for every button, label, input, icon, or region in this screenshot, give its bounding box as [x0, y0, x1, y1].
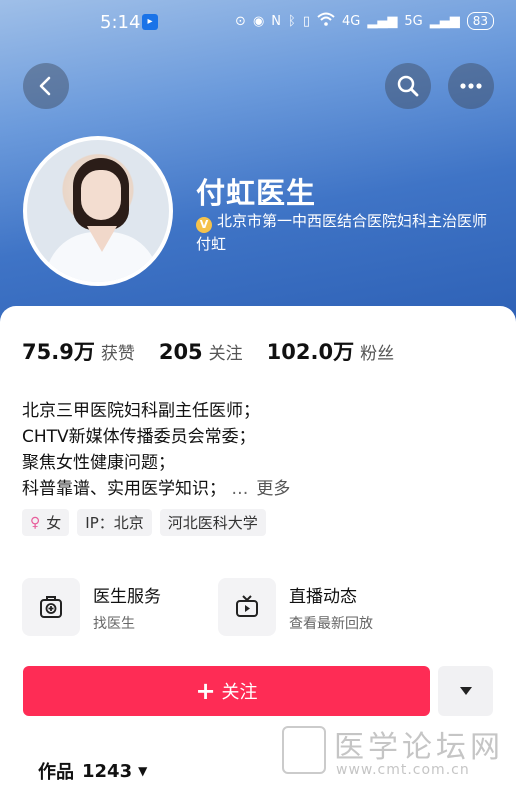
service-title: 医生服务: [93, 586, 161, 607]
signal-bars-icon-2: ▂▄▆: [429, 13, 460, 29]
school-label: 河北医科大学: [167, 514, 258, 532]
app-notification-icon: ▸: [142, 14, 158, 30]
more-button[interactable]: [448, 63, 494, 109]
service-text: 直播动态 查看最新回放: [289, 582, 373, 633]
bio-line: 聚焦女性健康问题；: [22, 453, 175, 473]
service-icon-box: [218, 578, 276, 636]
search-button[interactable]: [385, 63, 431, 109]
bio[interactable]: 北京三甲医院妇科副主任医师； CHTV新媒体传播委员会常委； 聚焦女性健康问题；…: [22, 398, 492, 502]
watermark-logo-icon: [282, 726, 326, 774]
verified-badge-icon: V: [196, 217, 212, 233]
wifi-icon: [317, 12, 335, 30]
follow-button[interactable]: + 关注: [23, 666, 430, 716]
back-button[interactable]: [23, 63, 69, 109]
works-count: 1243: [82, 760, 133, 782]
works-tab[interactable]: 作品 1243 ▼: [38, 758, 147, 784]
bio-line: CHTV新媒体传播委员会常委；: [22, 427, 256, 447]
stat-followers[interactable]: 102.0万 粉丝: [267, 336, 394, 366]
status-time: 5:14: [100, 12, 141, 33]
watermark-text: 医学论坛网: [334, 730, 504, 765]
nfc-icon: N: [271, 13, 282, 29]
stat-likes[interactable]: 75.9万 获赞: [22, 336, 135, 366]
bio-line: 科普靠谱、实用医学知识；: [22, 479, 226, 499]
stat-followers-value: 102.0万: [266, 340, 355, 364]
watermark: 医学论坛网 www.cmt.com.cn: [282, 722, 512, 782]
school-tag[interactable]: 河北医科大学: [159, 509, 266, 536]
recommend-dropdown-button[interactable]: [438, 666, 493, 716]
chevron-left-icon: [39, 76, 51, 96]
signal-bars-icon: ▂▄▆: [367, 13, 398, 29]
watermark-url: www.cmt.com.cn: [336, 762, 470, 778]
signal-5g-label: 5G: [404, 13, 423, 29]
service-title: 直播动态: [289, 586, 357, 607]
stat-following[interactable]: 205 关注: [159, 339, 243, 364]
service-icon-box: [22, 578, 80, 636]
verification-label: 北京市第一中西医结合医院妇科主治医师 付虹: [196, 212, 488, 253]
female-icon: ♀: [30, 514, 41, 531]
ip-tag: IP：北京: [77, 509, 152, 536]
stat-likes-value: 75.9万: [22, 340, 95, 364]
status-icons: ⊙ ◉ N ᛒ ▯ 4G ▂▄▆ 5G ▂▄▆ 83: [235, 12, 494, 30]
stat-likes-label: 获赞: [100, 344, 135, 364]
doctor-service-card[interactable]: 医生服务 找医生: [22, 578, 161, 636]
stat-following-value: 205: [158, 340, 203, 364]
profile-sheet: 75.9万 获赞 205 关注 102.0万 粉丝 北京三甲医院妇科副主任医师；…: [0, 306, 516, 786]
gender-label: 女: [46, 514, 62, 532]
profile-name: 付虹医生: [196, 176, 317, 210]
service-text: 医生服务 找医生: [93, 582, 161, 633]
follow-label: 关注: [221, 682, 258, 703]
verification-text: V 北京市第一中西医结合医院妇科主治医师 付虹: [196, 210, 496, 255]
stat-following-label: 关注: [208, 344, 243, 364]
medical-kit-icon: [40, 596, 62, 618]
service-subtitle: 查看最新回放: [289, 615, 373, 632]
avatar-face: [81, 170, 121, 220]
battery-indicator: 83: [466, 12, 494, 30]
eye-icon: ◉: [252, 13, 265, 29]
plus-icon: +: [195, 677, 216, 705]
service-subtitle: 找医生: [93, 615, 135, 632]
status-bar: 5:14 ▸ ⊙ ◉ N ᛒ ▯ 4G ▂▄▆ 5G ▂▄▆ 83: [0, 0, 516, 44]
gender-tag: ♀ 女: [22, 509, 70, 536]
live-service-card[interactable]: 直播动态 查看最新回放: [218, 578, 373, 636]
search-icon: [397, 75, 419, 97]
works-label: 作品: [38, 762, 74, 783]
stats-row: 75.9万 获赞 205 关注 102.0万 粉丝: [22, 336, 418, 366]
services-row: 医生服务 找医生 直播动态 查看最新回放: [22, 578, 502, 638]
tv-icon: [236, 595, 258, 617]
bluetooth-icon: ᛒ: [288, 13, 296, 29]
bio-more-link[interactable]: 更多: [256, 479, 290, 499]
stat-followers-label: 粉丝: [360, 344, 395, 364]
tags-row: ♀ 女 IP：北京 河北医科大学: [22, 509, 266, 536]
more-horizontal-icon: [460, 83, 482, 89]
caret-down-icon: ▼: [138, 764, 148, 778]
ip-label: IP：北京: [85, 514, 144, 532]
caret-down-icon: [459, 687, 472, 695]
signal-4g-label: 4G: [342, 13, 361, 29]
avatar[interactable]: [23, 136, 173, 286]
alarm-icon: ⊙: [235, 13, 246, 29]
bio-line: 北京三甲医院妇科副主任医师；: [22, 401, 260, 421]
bio-ellipsis: …: [231, 479, 249, 499]
vibrate-icon: ▯: [302, 13, 310, 29]
